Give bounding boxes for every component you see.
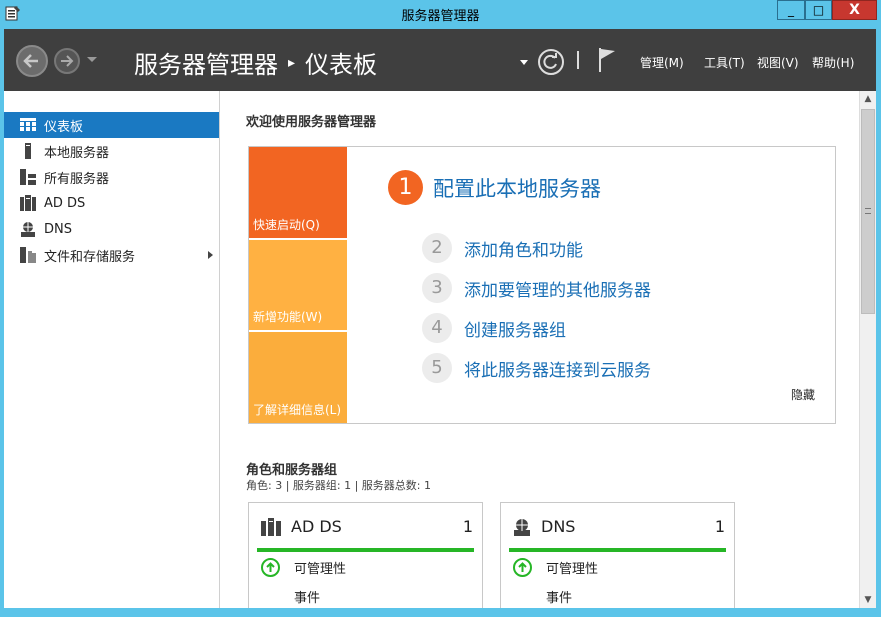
tile-learn-more[interactable]: 了解详细信息(L)	[249, 332, 347, 423]
sidebar-item-all-servers[interactable]: 所有服务器	[4, 164, 219, 190]
grip-icon	[865, 208, 871, 214]
back-arrow-icon	[23, 54, 38, 68]
card-row-events[interactable]: 事件	[546, 587, 572, 606]
status-ok-icon	[513, 558, 532, 577]
status-ok-icon	[261, 558, 280, 577]
refresh-button[interactable]	[538, 49, 564, 75]
title-bar: 服务器管理器 _ □ X	[0, 0, 881, 27]
forward-arrow-icon	[61, 55, 74, 67]
step-link[interactable]: 将此服务器连接到云服务	[464, 356, 651, 381]
role-card-dns[interactable]: DNS 1 可管理性 事件	[500, 502, 735, 617]
step-link[interactable]: 添加要管理的其他服务器	[464, 276, 651, 301]
card-row-label: 事件	[294, 591, 321, 606]
card-title: DNS	[541, 517, 576, 536]
sidebar-item-label: AD DS	[44, 195, 86, 211]
ad-ds-icon	[20, 195, 36, 211]
step-link[interactable]: 配置此本地服务器	[433, 173, 601, 203]
menu-tools[interactable]: 工具(T)	[704, 54, 745, 71]
dashboard-icon	[20, 117, 36, 133]
tile-whats-new[interactable]: 新增功能(W)	[249, 240, 347, 330]
step-link[interactable]: 创建服务器组	[464, 316, 566, 341]
window-border-right	[876, 27, 881, 617]
window-title: 服务器管理器	[401, 9, 480, 24]
sidebar-item-label: DNS	[44, 221, 72, 237]
card-row-label: 可管理性	[546, 562, 599, 577]
step-number-badge: 5	[422, 353, 452, 383]
tile-quick-start[interactable]: 快速启动(Q)	[249, 147, 347, 238]
step-add-servers[interactable]: 3 添加要管理的其他服务器	[422, 273, 651, 303]
sidebar-item-label: 所有服务器	[44, 171, 110, 187]
step-number-badge: 3	[422, 273, 452, 303]
sidebar-item-label: 仪表板	[44, 119, 84, 135]
quick-start-panel: 快速启动(Q) 新增功能(W) 了解详细信息(L) 1 配置此本地服务器 2 添…	[248, 146, 836, 424]
card-count: 1	[714, 517, 725, 536]
step-configure-local-server[interactable]: 1 配置此本地服务器	[388, 170, 601, 205]
menu-help[interactable]: 帮助(H)	[812, 54, 854, 71]
step-create-server-group[interactable]: 4 创建服务器组	[422, 313, 566, 343]
forward-button[interactable]	[54, 48, 80, 74]
roles-heading: 角色和服务器组	[246, 463, 338, 478]
sidebar-item-file-storage[interactable]: 文件和存储服务	[4, 242, 219, 268]
all-servers-icon	[20, 169, 36, 185]
card-row-manageability[interactable]: 可管理性	[261, 558, 346, 577]
step-link[interactable]: 添加角色和功能	[464, 236, 583, 261]
breadcrumb-dropdown-icon[interactable]	[520, 60, 528, 65]
roles-summary: 角色: 3 | 服务器组: 1 | 服务器总数: 1	[246, 479, 432, 492]
card-row-label: 可管理性	[294, 562, 347, 577]
window-border-bottom	[0, 608, 881, 617]
step-add-roles[interactable]: 2 添加角色和功能	[422, 233, 583, 263]
card-row-label: 事件	[546, 591, 573, 606]
breadcrumb-current: 仪表板	[305, 51, 378, 79]
scroll-up-icon[interactable]: ▲	[860, 91, 876, 107]
maximize-button[interactable]: □	[805, 0, 832, 20]
ad-ds-icon	[261, 517, 281, 536]
step-connect-cloud[interactable]: 5 将此服务器连接到云服务	[422, 353, 651, 383]
breadcrumb-root[interactable]: 服务器管理器	[134, 45, 278, 80]
card-title: AD DS	[291, 517, 342, 536]
sidebar-item-ad-ds[interactable]: AD DS	[4, 190, 219, 216]
status-bar	[257, 548, 474, 552]
main-content: 欢迎使用服务器管理器 快速启动(Q) 新增功能(W) 了解详细信息(L) 1 配…	[221, 91, 859, 617]
vertical-scrollbar[interactable]: ▲ ▼	[859, 91, 876, 608]
card-header[interactable]: DNS 1	[513, 517, 725, 536]
role-card-ad-ds[interactable]: AD DS 1 可管理性 事件	[248, 502, 483, 617]
step-number-badge: 4	[422, 313, 452, 343]
history-dropdown-icon[interactable]	[87, 57, 97, 62]
status-bar	[509, 548, 726, 552]
welcome-heading: 欢迎使用服务器管理器	[246, 115, 377, 130]
refresh-icon	[543, 53, 557, 69]
step-number-badge: 1	[388, 170, 423, 205]
dns-icon	[514, 518, 530, 536]
card-header[interactable]: AD DS 1	[261, 517, 473, 536]
hide-link[interactable]: 隐藏	[791, 386, 815, 403]
submenu-arrow-icon[interactable]	[208, 251, 213, 259]
sidebar-item-dns[interactable]: DNS	[4, 216, 219, 242]
menu-view[interactable]: 视图(V)	[757, 54, 799, 71]
sidebar-item-label: 文件和存储服务	[44, 249, 136, 265]
back-button[interactable]	[16, 45, 48, 77]
card-count: 1	[462, 517, 473, 536]
minimize-button[interactable]: _	[777, 0, 805, 20]
dns-icon	[20, 221, 36, 237]
step-number-badge: 2	[422, 233, 452, 263]
scroll-down-icon[interactable]: ▼	[860, 592, 876, 608]
breadcrumb-separator-icon: ▸	[288, 54, 296, 71]
sidebar: 仪表板 本地服务器 所有服务器 AD DS DNS 文件和存储服务	[4, 91, 220, 617]
close-button[interactable]: X	[832, 0, 877, 20]
flag-icon[interactable]	[597, 47, 617, 73]
sidebar-item-local-server[interactable]: 本地服务器	[4, 138, 219, 164]
scroll-thumb[interactable]	[861, 109, 875, 314]
local-server-icon	[20, 143, 36, 159]
sidebar-item-dashboard[interactable]: 仪表板	[4, 112, 219, 138]
breadcrumb: 服务器管理器 ▸ 仪表板	[134, 45, 377, 80]
file-storage-icon	[20, 247, 36, 263]
header-bar: 服务器管理器 ▸ 仪表板 管理(M) 工具(T) 视图(V) 帮助(H)	[4, 27, 876, 91]
menu-manage[interactable]: 管理(M)	[640, 54, 684, 71]
header-separator	[577, 51, 579, 69]
card-row-manageability[interactable]: 可管理性	[513, 558, 598, 577]
card-row-events[interactable]: 事件	[294, 587, 320, 606]
sidebar-item-label: 本地服务器	[44, 145, 110, 161]
